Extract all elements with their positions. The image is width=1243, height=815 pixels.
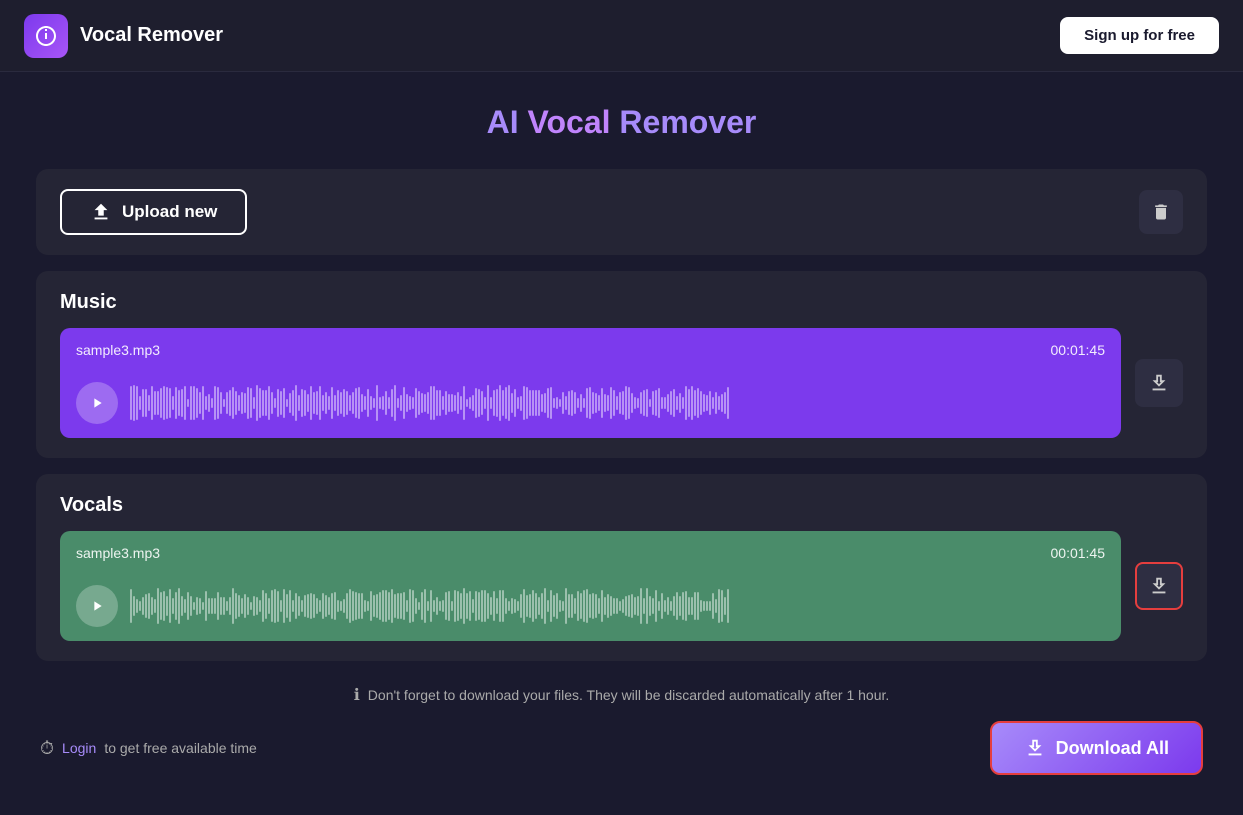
vocals-download-button[interactable] xyxy=(1135,562,1183,610)
upload-icon xyxy=(90,201,112,223)
vocals-section-label: Vocals xyxy=(60,494,1183,517)
music-play-button[interactable] xyxy=(76,382,118,424)
login-prompt-text: to get free available time xyxy=(104,740,257,756)
login-prompt: ⏱ Login to get free available time xyxy=(40,738,257,759)
music-track-container: sample3.mp3 00:01:45 xyxy=(60,328,1183,438)
music-track: sample3.mp3 00:01:45 xyxy=(60,328,1121,438)
vocals-waveform xyxy=(130,586,1105,626)
info-icon: ℹ xyxy=(354,685,360,705)
vocals-filename: sample3.mp3 xyxy=(76,545,160,561)
vocals-track-bottom xyxy=(76,585,1105,627)
music-download-button[interactable] xyxy=(1135,359,1183,407)
upload-button[interactable]: Upload new xyxy=(60,189,247,235)
app-header: Vocal Remover Sign up for free xyxy=(0,0,1243,72)
music-section-card: Music sample3.mp3 00:01:45 xyxy=(36,271,1207,458)
music-section-label: Music xyxy=(60,291,1183,314)
download-all-icon xyxy=(1024,737,1046,759)
info-message: Don't forget to download your files. The… xyxy=(368,687,889,703)
vocals-play-button[interactable] xyxy=(76,585,118,627)
login-link[interactable]: Login xyxy=(62,740,96,756)
vocals-track-top: sample3.mp3 00:01:45 xyxy=(76,545,1105,561)
music-track-top: sample3.mp3 00:01:45 xyxy=(76,342,1105,358)
title-remover: Remover xyxy=(619,104,756,140)
download-icon-vocals xyxy=(1148,575,1170,597)
delete-button[interactable] xyxy=(1139,190,1183,234)
music-waveform xyxy=(130,383,1105,423)
music-track-bottom xyxy=(76,382,1105,424)
bottom-bar: ⏱ Login to get free available time Downl… xyxy=(36,721,1207,775)
vocals-section-card: Vocals sample3.mp3 00:01:45 xyxy=(36,474,1207,661)
header-left: Vocal Remover xyxy=(24,14,223,58)
upload-card: Upload new xyxy=(36,169,1207,255)
vocals-track: sample3.mp3 00:01:45 xyxy=(60,531,1121,641)
download-all-button[interactable]: Download All xyxy=(990,721,1203,775)
info-bar: ℹ Don't forget to download your files. T… xyxy=(36,685,1207,705)
music-duration: 00:01:45 xyxy=(1051,342,1106,358)
music-filename: sample3.mp3 xyxy=(76,342,160,358)
app-name: Vocal Remover xyxy=(80,24,223,47)
signup-button[interactable]: Sign up for free xyxy=(1060,17,1219,54)
page-title: AI Vocal Remover xyxy=(36,104,1207,141)
trash-icon xyxy=(1151,202,1171,222)
vocals-duration: 00:01:45 xyxy=(1051,545,1106,561)
download-icon xyxy=(1148,372,1170,394)
main-content: AI Vocal Remover Upload new Music sample… xyxy=(0,72,1243,807)
clock-icon: ⏱ xyxy=(40,738,54,759)
vocals-track-container: sample3.mp3 00:01:45 xyxy=(60,531,1183,641)
title-vocal: Vocal xyxy=(528,104,620,140)
title-ai: AI xyxy=(487,104,528,140)
play-icon-vocals xyxy=(89,598,105,614)
app-logo xyxy=(24,14,68,58)
play-icon xyxy=(89,395,105,411)
